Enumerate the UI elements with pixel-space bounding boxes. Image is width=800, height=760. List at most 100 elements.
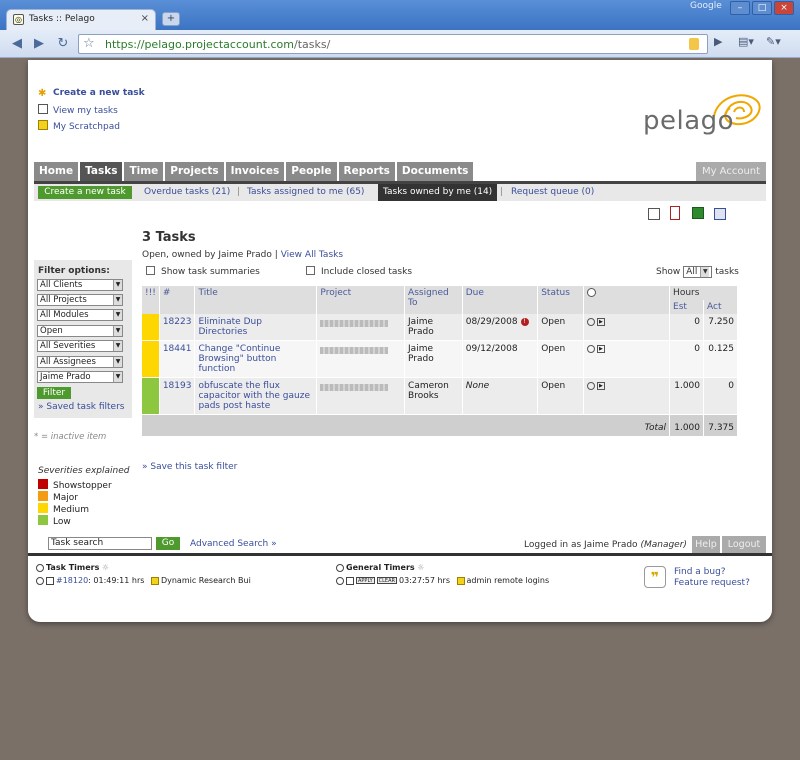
address-bar[interactable]: ☆ https://pelago.projectaccount.com/task… <box>78 34 708 54</box>
task-id-link[interactable]: 18193 <box>163 381 192 391</box>
include-closed-checkbox[interactable] <box>306 266 315 275</box>
task-title-link[interactable]: obfuscate the flux capacitor with the ga… <box>198 381 310 411</box>
table-row: 18441 Change "Continue Browsing" button … <box>142 340 738 378</box>
tab-documents[interactable]: Documents <box>396 162 474 181</box>
note-icon[interactable] <box>150 576 159 585</box>
request-queue-link[interactable]: Request queue (0) <box>511 187 594 197</box>
assigned-cell: Jaime Prado <box>404 314 463 341</box>
owner-select[interactable]: Jaime Prado ▼ <box>37 371 123 383</box>
task-id-link[interactable]: 18223 <box>163 317 192 327</box>
bookmark-star-icon[interactable]: ☆ <box>83 36 95 51</box>
clock-icon <box>36 563 44 572</box>
col-project[interactable]: Project <box>316 286 406 314</box>
lock-icon[interactable] <box>689 38 699 50</box>
logout-button[interactable]: Logout <box>722 536 766 553</box>
task-title-link[interactable]: Eliminate Dup Directories <box>198 317 261 337</box>
play-icon[interactable] <box>346 576 354 585</box>
play-icon[interactable]: ▶ <box>596 381 605 390</box>
browser-tab[interactable]: ◎ Tasks :: Pelago × <box>6 9 156 30</box>
tab-close-icon[interactable]: × <box>141 13 149 24</box>
include-closed-option[interactable]: Include closed tasks <box>306 266 412 277</box>
tab-time[interactable]: Time <box>124 162 164 181</box>
clock-icon[interactable] <box>336 576 344 585</box>
col-title[interactable]: Title <box>194 286 318 314</box>
back-icon[interactable]: ◀ <box>8 35 26 53</box>
assignee-select[interactable]: All Assignees ▼ <box>37 356 123 368</box>
tab-invoices[interactable]: Invoices <box>225 162 285 181</box>
tab-tasks[interactable]: Tasks <box>80 162 123 181</box>
show-summaries-checkbox[interactable] <box>146 266 155 275</box>
save-filter-link[interactable]: » Save this task filter <box>142 462 237 472</box>
note-icon[interactable] <box>456 576 465 585</box>
scratchpad-link[interactable]: My Scratchpad <box>38 120 120 132</box>
start-timer-icon[interactable] <box>586 344 595 353</box>
maximize-button[interactable]: □ <box>752 1 772 15</box>
view-all-tasks-link[interactable]: View All Tasks <box>281 250 343 260</box>
col-act[interactable]: Act <box>703 300 738 314</box>
play-icon[interactable]: ▶ <box>596 344 605 353</box>
close-window-button[interactable]: × <box>774 1 794 15</box>
show-count-select[interactable]: All ▼ <box>683 266 713 278</box>
task-title-link[interactable]: Change "Continue Browsing" button functi… <box>198 344 280 374</box>
col-id[interactable]: # <box>159 286 196 314</box>
clock-icon[interactable] <box>36 576 44 585</box>
forward-icon[interactable]: ▶ <box>30 35 48 53</box>
client-select[interactable]: All Clients ▼ <box>37 279 123 291</box>
create-task-link[interactable]: ✱ Create a new task <box>38 88 145 99</box>
help-button[interactable]: Help <box>692 536 720 553</box>
module-select[interactable]: All Modules ▼ <box>37 309 123 321</box>
est-cell: 1.000 <box>669 377 704 415</box>
pause-icon[interactable] <box>46 576 54 585</box>
feature-request-link[interactable]: Feature request? <box>674 578 750 588</box>
start-timer-icon[interactable] <box>586 317 595 326</box>
play-icon[interactable]: ▶ <box>596 317 605 326</box>
wrench-menu-icon[interactable]: ✎▾ <box>766 35 781 48</box>
act-cell: 0 <box>703 377 738 415</box>
tab-home[interactable]: Home <box>34 162 79 181</box>
feedback-icon[interactable]: ❞ <box>644 566 666 588</box>
sub-nav: Create a new task Overdue tasks (21) | T… <box>34 184 766 201</box>
overdue-tasks-link[interactable]: Overdue tasks (21) <box>144 187 230 197</box>
project-select[interactable]: All Projects ▼ <box>37 294 123 306</box>
new-tab-button[interactable]: + <box>162 12 180 26</box>
col-due[interactable]: Due <box>462 286 539 314</box>
col-est[interactable]: Est <box>669 300 704 314</box>
tab-projects[interactable]: Projects <box>165 162 224 181</box>
create-task-button[interactable]: Create a new task <box>38 186 132 199</box>
timer-task-link[interactable]: #18120 <box>56 576 88 585</box>
show-summaries-option[interactable]: Show task summaries <box>146 266 260 277</box>
col-status[interactable]: Status <box>537 286 584 314</box>
go-button[interactable]: Go <box>156 537 180 550</box>
status-select[interactable]: Open ▼ <box>37 325 123 337</box>
apply-button[interactable]: APPLY <box>356 577 375 584</box>
tab-reports[interactable]: Reports <box>338 162 395 181</box>
filter-summary: Open, owned by Jaime Prado | View All Ta… <box>142 250 344 260</box>
task-id-link[interactable]: 18441 <box>163 344 192 354</box>
reload-icon[interactable]: ↻ <box>54 35 72 53</box>
find-bug-link[interactable]: Find a bug? <box>674 567 726 577</box>
filter-button[interactable]: Filter <box>37 387 71 399</box>
start-timer-icon[interactable] <box>586 381 595 390</box>
view-my-tasks-link[interactable]: View my tasks <box>38 104 118 116</box>
my-account-button[interactable]: My Account <box>696 162 766 181</box>
clear-button[interactable]: CLEAR <box>376 577 397 584</box>
severity-select[interactable]: All Severities ▼ <box>37 340 123 352</box>
severities-title: Severities explained <box>38 466 130 476</box>
task-search-input[interactable]: Task search <box>48 537 152 550</box>
email-icon[interactable] <box>648 208 660 220</box>
go-icon[interactable]: ▶ <box>714 35 722 48</box>
page-menu-icon[interactable]: ▤▾ <box>738 35 754 48</box>
print-icon[interactable] <box>714 208 726 220</box>
owned-tasks-link[interactable]: Tasks owned by me (14) <box>378 184 498 201</box>
url-text: https://pelago.projectaccount.com/tasks/ <box>105 38 331 51</box>
col-assigned[interactable]: Assigned To <box>404 286 463 314</box>
pdf-icon[interactable] <box>670 206 680 220</box>
saved-filters-link[interactable]: » Saved task filters <box>38 402 124 412</box>
advanced-search-link[interactable]: Advanced Search » <box>190 539 277 549</box>
minimize-button[interactable]: – <box>730 1 750 15</box>
col-severity[interactable]: !!! <box>142 286 160 314</box>
excel-icon[interactable] <box>692 207 704 219</box>
tab-people[interactable]: People <box>286 162 337 181</box>
assigned-tasks-link[interactable]: Tasks assigned to me (65) <box>247 187 364 197</box>
separator: | <box>500 187 504 197</box>
